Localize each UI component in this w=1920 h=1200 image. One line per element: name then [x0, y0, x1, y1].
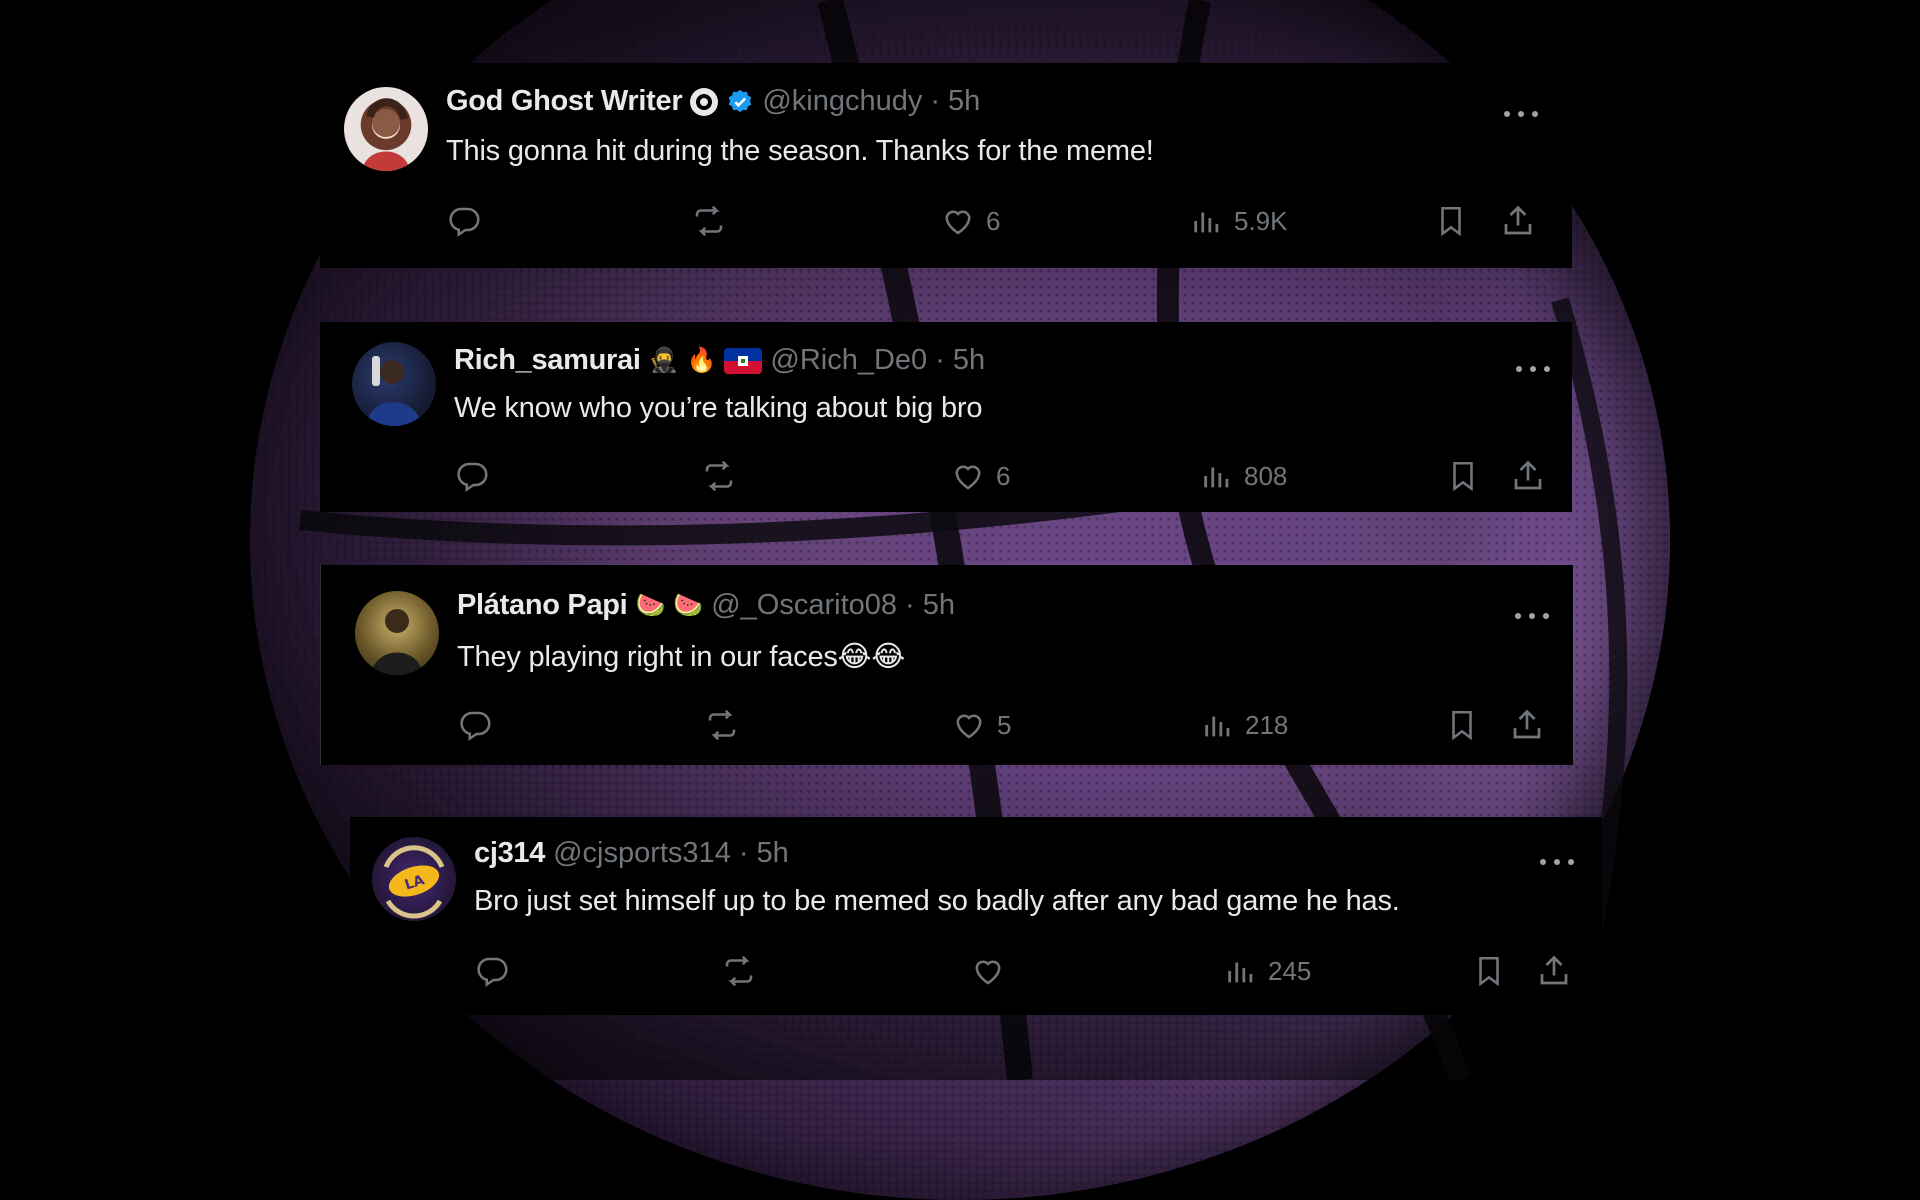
views-button[interactable]: 218: [1201, 707, 1288, 743]
share-icon: [1513, 709, 1541, 739]
reply-icon: [460, 711, 491, 741]
bookmark-button[interactable]: [1434, 203, 1468, 239]
reply-icon: [457, 462, 488, 492]
share-button[interactable]: [1500, 203, 1536, 239]
like-button[interactable]: [970, 953, 1016, 989]
avatar[interactable]: [344, 87, 428, 171]
tweet-card[interactable]: Plátano Papi 🍉 🍉 @_Oscarito08 · 5h They …: [320, 565, 1573, 765]
repost-button[interactable]: [703, 707, 741, 743]
share-button[interactable]: [1536, 953, 1572, 989]
display-name[interactable]: cj314: [474, 837, 545, 870]
reply-button[interactable]: [474, 953, 510, 989]
bookmark-button[interactable]: [1472, 953, 1506, 989]
heart-icon: [945, 210, 971, 235]
circle-badge-icon: [690, 87, 719, 116]
bookmark-icon: [1441, 206, 1461, 237]
views-icon: [1205, 716, 1230, 737]
display-name[interactable]: Rich_samurai: [454, 344, 641, 377]
separator: ·: [930, 85, 941, 117]
share-button[interactable]: [1510, 458, 1546, 494]
view-count: 808: [1244, 460, 1288, 491]
separator: ·: [738, 837, 749, 869]
avatar[interactable]: [352, 342, 436, 426]
more-options-icon[interactable]: [1540, 857, 1574, 867]
share-icon: [1514, 460, 1542, 490]
repost-button[interactable]: [720, 953, 758, 989]
views-button[interactable]: 5.9K: [1190, 203, 1288, 239]
reply-icon: [449, 207, 480, 237]
view-count: 218: [1245, 709, 1289, 740]
display-name[interactable]: Plátano Papi: [457, 589, 628, 622]
heart-icon: [955, 465, 981, 490]
like-count: 5: [997, 709, 1012, 740]
repost-button[interactable]: [690, 203, 728, 239]
repost-icon: [708, 709, 736, 741]
views-icon: [1204, 467, 1229, 488]
watermelon-emoji: 🍉: [673, 591, 704, 619]
bookmark-icon: [1479, 956, 1499, 987]
separator: ·: [905, 589, 915, 621]
bookmark-button[interactable]: [1445, 707, 1479, 743]
timestamp[interactable]: 5h: [953, 344, 985, 377]
tweet-card[interactable]: LA cj314 @cjsports314 · 5h Bro just set …: [350, 817, 1602, 1015]
views-button[interactable]: 245: [1224, 953, 1311, 989]
tweet-text: This gonna hit during the season. Thanks…: [446, 135, 1154, 167]
share-icon: [1504, 205, 1532, 235]
repost-icon: [725, 955, 753, 987]
view-count: 245: [1268, 955, 1312, 986]
more-options-icon[interactable]: [1504, 109, 1538, 119]
share-icon: [1540, 955, 1568, 985]
repost-icon: [695, 205, 723, 237]
views-icon: [1194, 212, 1219, 233]
timestamp[interactable]: 5h: [948, 85, 980, 118]
timestamp[interactable]: 5h: [757, 837, 789, 870]
bookmark-icon: [1452, 710, 1472, 741]
verified-badge-icon: [726, 88, 754, 116]
timestamp[interactable]: 5h: [923, 589, 955, 622]
tweet-card[interactable]: Rich_samurai 🥷 🔥 @Rich_De0 · 5h We know …: [320, 322, 1572, 512]
avatar[interactable]: [355, 591, 439, 675]
tweet-text: We know who you’re talking about big bro: [454, 392, 983, 424]
heart-icon: [975, 960, 1001, 985]
ninja-emoji: 🥷: [648, 346, 679, 374]
reply-button[interactable]: [457, 707, 493, 743]
like-button[interactable]: 5: [951, 707, 1011, 743]
bookmark-button[interactable]: [1446, 458, 1480, 494]
like-button[interactable]: 6: [950, 458, 1010, 494]
like-count: 6: [986, 205, 1001, 236]
handle[interactable]: @kingchudy: [762, 85, 922, 118]
views-button[interactable]: 808: [1200, 458, 1287, 494]
tweet-card[interactable]: God Ghost Writer @kingchudy · 5h This go…: [320, 63, 1572, 268]
bookmark-icon: [1453, 461, 1473, 492]
reply-button[interactable]: [446, 203, 482, 239]
reply-button[interactable]: [454, 458, 490, 494]
handle[interactable]: @Rich_De0: [770, 344, 927, 377]
more-options-icon[interactable]: [1515, 611, 1549, 621]
repost-button[interactable]: [700, 458, 738, 494]
handle[interactable]: @_Oscarito08: [711, 589, 897, 622]
separator: ·: [935, 344, 945, 376]
heart-icon: [956, 714, 982, 739]
tweet-text: They playing right in our faces😂😂: [457, 641, 906, 673]
more-options-icon[interactable]: [1516, 364, 1550, 374]
view-count: 5.9K: [1234, 205, 1288, 236]
tweet-text: Bro just set himself up to be memed so b…: [474, 885, 1400, 917]
reply-icon: [477, 957, 508, 987]
views-icon: [1228, 962, 1253, 983]
avatar[interactable]: LA: [372, 837, 456, 921]
like-count: 6: [996, 460, 1011, 491]
haiti-flag-icon: [724, 347, 763, 374]
watermelon-emoji: 🍉: [635, 591, 666, 619]
like-button[interactable]: 6: [940, 203, 1000, 239]
display-name[interactable]: God Ghost Writer: [446, 85, 683, 118]
fire-emoji: 🔥: [686, 346, 717, 374]
handle[interactable]: @cjsports314: [553, 837, 731, 870]
repost-icon: [705, 460, 733, 492]
share-button[interactable]: [1509, 707, 1545, 743]
